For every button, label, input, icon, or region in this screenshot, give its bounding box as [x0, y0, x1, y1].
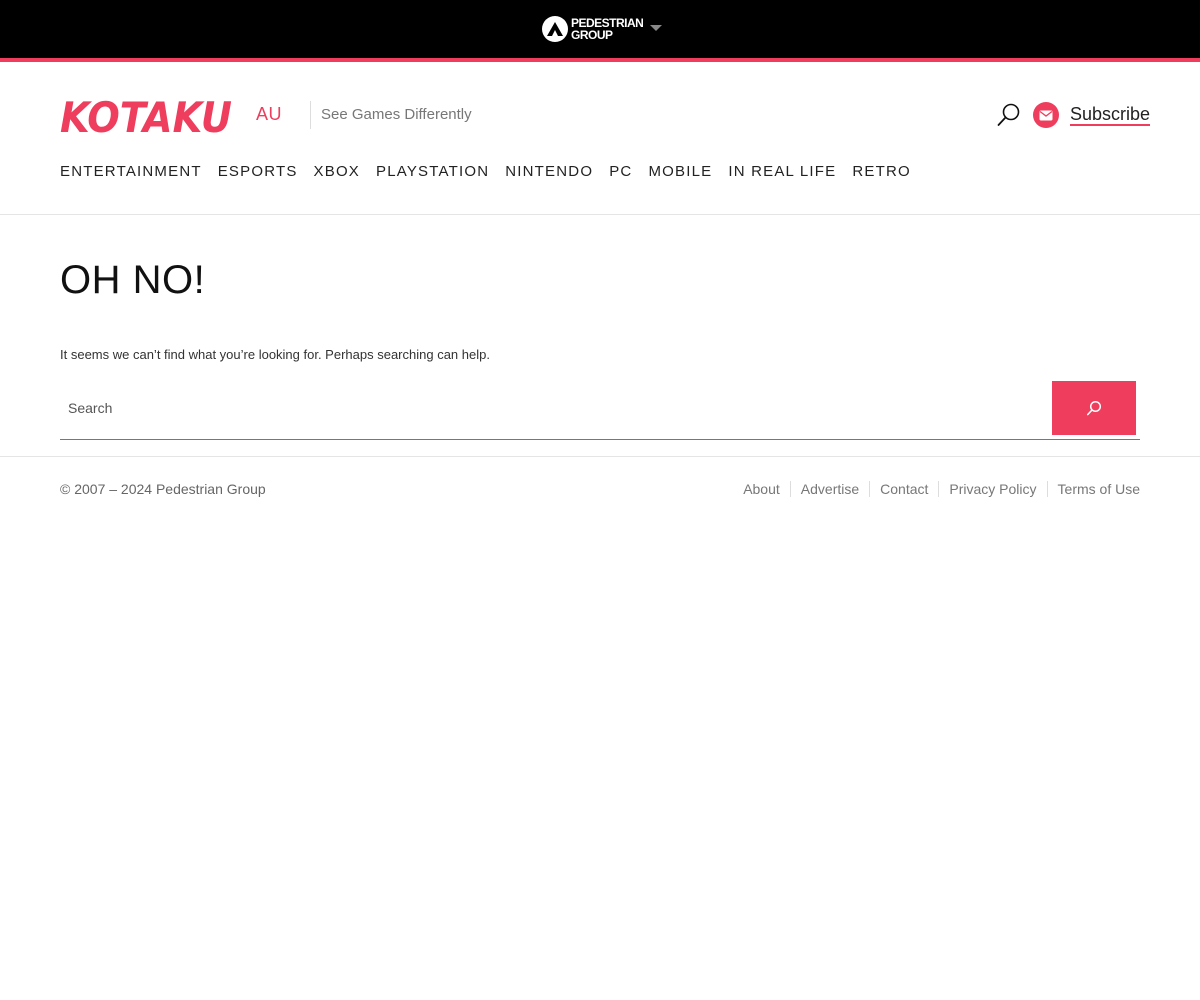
nav-item-xbox[interactable]: XBOX	[314, 163, 360, 180]
search-input[interactable]	[60, 381, 1050, 435]
nav-item-nintendo[interactable]: NINTENDO	[505, 163, 593, 180]
pedestrian-group-logo[interactable]: PEDESTRIAN GROUP	[542, 15, 644, 43]
mail-icon[interactable]	[1033, 102, 1059, 128]
nav-item-retro[interactable]: RETRO	[852, 163, 911, 180]
footer-link-advertise[interactable]: Advertise	[789, 481, 869, 497]
pedestrian-group-wordmark: PEDESTRIAN GROUP	[571, 17, 644, 42]
region-label[interactable]: AU	[256, 104, 282, 125]
not-found-message: It seems we can’t find what you’re looki…	[60, 347, 490, 362]
footer-links: About Advertise Contact Privacy Policy T…	[743, 481, 1140, 497]
caret-down-icon[interactable]	[650, 25, 662, 31]
nav-item-playstation[interactable]: PLAYSTATION	[376, 163, 489, 180]
brand-line-2: GROUP	[571, 28, 613, 42]
subscribe-link[interactable]: Subscribe	[1070, 104, 1151, 126]
search-icon	[1086, 400, 1102, 416]
kotaku-logo-text: KOTAKU	[60, 93, 232, 138]
copyright: © 2007 – 2024 Pedestrian Group	[60, 481, 266, 497]
nav-item-esports[interactable]: ESPORTS	[218, 163, 298, 180]
search-form	[60, 381, 1140, 440]
tagline-divider	[310, 101, 311, 129]
search-icon[interactable]	[996, 102, 1022, 128]
pedestrian-group-icon	[542, 16, 568, 42]
nav-item-pc[interactable]: PC	[609, 163, 632, 180]
search-submit-button[interactable]	[1052, 381, 1136, 435]
footer-link-about[interactable]: About	[743, 481, 790, 497]
nav-item-entertainment[interactable]: ENTERTAINMENT	[60, 163, 202, 180]
nav-item-mobile[interactable]: MOBILE	[648, 163, 712, 180]
footer-link-contact[interactable]: Contact	[869, 481, 938, 497]
footer-divider	[0, 456, 1200, 457]
kotaku-logo[interactable]: KOTAKU	[60, 92, 242, 138]
page-title: OH NO!	[60, 258, 206, 302]
footer-link-privacy-policy[interactable]: Privacy Policy	[938, 481, 1046, 497]
tagline: See Games Differently	[321, 106, 472, 123]
topbar-accent-stripe	[0, 58, 1200, 62]
nav-item-in-real-life[interactable]: IN REAL LIFE	[728, 163, 836, 180]
footer-link-terms-of-use[interactable]: Terms of Use	[1046, 481, 1140, 497]
main-nav: ENTERTAINMENT ESPORTS XBOX PLAYSTATION N…	[60, 163, 927, 180]
top-bar: PEDESTRIAN GROUP	[0, 0, 1200, 58]
header-divider	[0, 214, 1200, 215]
